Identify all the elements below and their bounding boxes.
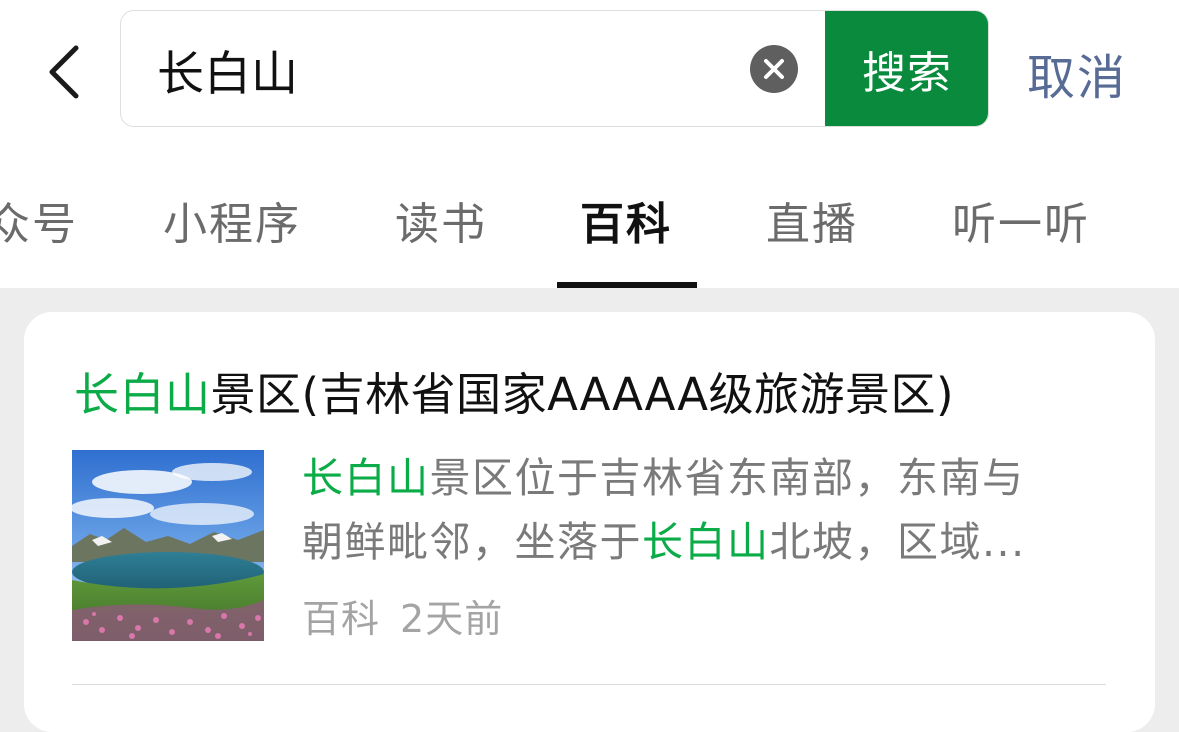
search-box: 搜索 <box>120 10 989 127</box>
tab-mini-programs[interactable]: 小程序 <box>163 188 301 252</box>
close-icon <box>764 59 784 79</box>
tab-reading[interactable]: 读书 <box>395 188 487 252</box>
result-description: 长白山景区位于吉林省东南部，东南与 朝鲜毗邻，坐落于长白山北坡，区域... <box>302 446 1092 574</box>
active-tab-indicator <box>557 282 697 288</box>
divider <box>72 684 1106 685</box>
desc-text: 朝鲜毗邻，坐落于 <box>302 518 642 566</box>
search-header: 搜索 取消 众号 小程序 读书 百科 直播 听一听 <box>0 0 1179 288</box>
desc-highlight: 长白山 <box>302 454 430 502</box>
desc-text: 景区位于吉林省东南部，东南与 <box>429 454 1025 502</box>
tab-encyclopedia[interactable]: 百科 <box>580 188 672 252</box>
desc-text: 北坡，区域... <box>769 518 1026 566</box>
result-title[interactable]: 长白山景区(吉林省国家AAAAA级旅游景区) <box>74 358 954 423</box>
chevron-left-icon <box>49 45 79 99</box>
cancel-button[interactable]: 取消 <box>1027 38 1127 108</box>
tab-live[interactable]: 直播 <box>766 188 858 252</box>
tab-official-accounts[interactable]: 众号 <box>0 188 78 252</box>
title-text: 景区(吉林省国家AAAAA级旅游景区) <box>210 368 955 421</box>
result-time: 2天前 <box>400 597 504 641</box>
description-line-1: 长白山景区位于吉林省东南部，东南与 <box>302 446 1092 510</box>
lake-landscape-image <box>72 450 264 641</box>
back-button[interactable] <box>38 40 94 100</box>
tab-listen[interactable]: 听一听 <box>952 188 1090 252</box>
result-source: 百科 <box>302 597 381 641</box>
result-thumbnail[interactable] <box>72 450 264 641</box>
title-highlight: 长白山 <box>74 368 211 421</box>
description-line-2: 朝鲜毗邻，坐落于长白山北坡，区域... <box>302 510 1092 574</box>
desc-highlight: 长白山 <box>642 518 770 566</box>
search-button[interactable]: 搜索 <box>825 11 988 126</box>
clear-button[interactable] <box>750 45 798 93</box>
search-input[interactable] <box>157 33 717 105</box>
result-meta: 百科 2天前 <box>302 588 523 643</box>
result-card[interactable]: 长白山景区(吉林省国家AAAAA级旅游景区) 长白山景区位于吉林省东南部，东南与… <box>24 312 1155 732</box>
category-tabs: 众号 小程序 读书 百科 直播 听一听 <box>0 180 1179 288</box>
